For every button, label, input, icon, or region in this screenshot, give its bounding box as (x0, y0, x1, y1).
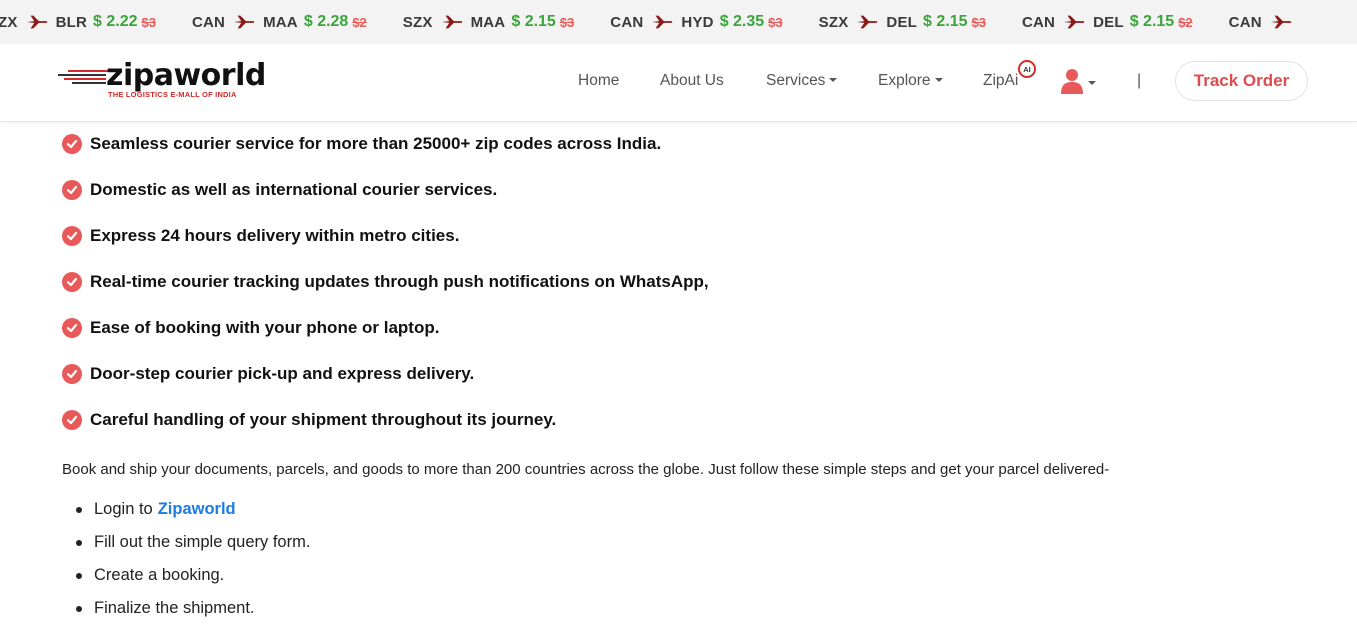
airplane-icon (1064, 15, 1085, 29)
ticker-track: ZX BLR $ 2.22 $3 CAN MAA $ 2.28 $2 SZX M… (0, 0, 1336, 44)
ticker-destination: DEL (886, 13, 918, 31)
site-header: zipaworld THE LOGISTICS E-MALL OF INDIA … (0, 44, 1357, 122)
step-text: Create a booking. (94, 566, 225, 584)
ticker-old-price: $3 (559, 14, 575, 30)
feature-item: Express 24 hours delivery within metro c… (62, 224, 459, 248)
list-item: Finalize the shipment. (76, 599, 255, 618)
ticker-price: $ 2.28 (303, 13, 349, 30)
check-circle-icon (62, 134, 82, 154)
feature-text: Express 24 hours delivery within metro c… (90, 226, 460, 245)
step-login-text: Login to (94, 500, 153, 518)
list-item: Create a booking. (76, 566, 224, 585)
check-circle-icon (62, 180, 82, 200)
nav-services-label: Services (766, 72, 826, 89)
feature-text: Real-time courier tracking updates throu… (90, 272, 709, 291)
bullet-icon (76, 539, 82, 546)
zipaworld-link[interactable]: Zipaworld (158, 500, 236, 519)
track-order-button[interactable]: Track Order (1175, 61, 1308, 101)
list-item: Fill out the simple query form. (76, 533, 310, 552)
ticker-origin: CAN (610, 13, 644, 31)
nav-explore-label: Explore (878, 72, 931, 89)
nav-explore[interactable]: Explore (878, 72, 943, 90)
bullet-icon (76, 506, 82, 513)
logo-tagline: THE LOGISTICS E-MALL OF INDIA (108, 90, 237, 99)
ticker-price: $ 2.15 (511, 13, 556, 30)
ticker-price: $ 2.15 (1129, 13, 1175, 30)
nav-home[interactable]: Home (578, 72, 619, 90)
feature-item: Domestic as well as international courie… (62, 178, 497, 202)
nav-zipai[interactable]: ZipAi (983, 72, 1018, 90)
user-icon[interactable] (1060, 68, 1084, 94)
check-circle-icon (62, 272, 82, 292)
ticker-destination: MAA (263, 13, 298, 31)
ticker-price: $ 2.35 (719, 13, 765, 30)
ticker-old-price: $2 (1178, 14, 1193, 30)
feature-item: Seamless courier service for more than 2… (62, 132, 661, 156)
check-circle-icon (62, 318, 82, 338)
ticker-price: $ 2.15 (923, 13, 968, 30)
ticker-destination: MAA (470, 13, 506, 31)
ticker-old-price: $3 (141, 14, 156, 30)
price-ticker: ZX BLR $ 2.22 $3 CAN MAA $ 2.28 $2 SZX M… (0, 0, 1357, 44)
bullet-icon (76, 605, 82, 612)
site-logo[interactable]: zipaworld THE LOGISTICS E-MALL OF INDIA (58, 58, 266, 100)
ticker-item[interactable]: SZX DEL $ 2.15 $3 (819, 0, 986, 44)
nav-services[interactable]: Services (766, 72, 838, 90)
feature-item: Real-time courier tracking updates throu… (62, 270, 709, 294)
speed-lines-icon (58, 70, 108, 84)
ticker-item[interactable]: CAN MAA $ 2.28 $2 (192, 0, 367, 44)
ai-badge: AI (1018, 60, 1036, 78)
ticker-item[interactable]: ZX BLR $ 2.22 $3 (0, 0, 156, 44)
airplane-icon (233, 15, 255, 29)
chevron-down-icon (934, 78, 943, 82)
ticker-old-price: $3 (971, 14, 986, 30)
feature-item: Ease of booking with your phone or lapto… (62, 316, 439, 340)
feature-text: Door-step courier pick-up and express de… (90, 364, 475, 383)
step-text: Finalize the shipment. (94, 599, 255, 617)
feature-text: Careful handling of your shipment throug… (90, 410, 557, 429)
ticker-item[interactable]: CAN (1229, 0, 1300, 44)
airplane-icon (857, 15, 878, 29)
airplane-icon (26, 15, 47, 29)
ticker-price: $ 2.22 (93, 13, 138, 30)
ticker-old-price: $3 (768, 14, 783, 30)
ticker-origin: CAN (1228, 13, 1262, 31)
intro-paragraph: Book and ship your documents, parcels, a… (62, 461, 1110, 478)
check-circle-icon (62, 410, 82, 430)
ticker-origin: ZX (0, 13, 18, 31)
ticker-item[interactable]: CAN HYD $ 2.35 $3 (610, 0, 782, 44)
ticker-origin: SZX (402, 13, 433, 31)
airplane-icon (441, 15, 462, 29)
feature-text: Seamless courier service for more than 2… (90, 134, 662, 153)
chevron-down-icon[interactable] (1088, 81, 1096, 85)
ticker-origin: CAN (191, 13, 226, 31)
feature-text: Domestic as well as international courie… (90, 180, 498, 199)
feature-item: Careful handling of your shipment throug… (62, 408, 556, 432)
chevron-down-icon (829, 78, 838, 82)
nav-separator: | (1137, 72, 1142, 89)
airplane-icon (652, 15, 673, 29)
step-text: Fill out the simple query form. (94, 533, 311, 551)
feature-item: Door-step courier pick-up and express de… (62, 362, 474, 386)
nav-about-us[interactable]: About Us (660, 72, 724, 90)
ticker-destination: BLR (55, 13, 88, 31)
ticker-origin: SZX (818, 13, 849, 31)
ticker-item[interactable]: SZX MAA $ 2.15 $3 (403, 0, 575, 44)
feature-text: Ease of booking with your phone or lapto… (90, 318, 440, 337)
ticker-item[interactable]: CAN DEL $ 2.15 $2 (1022, 0, 1193, 44)
check-circle-icon (62, 226, 82, 246)
bullet-icon (76, 572, 82, 579)
ticker-destination: DEL (1093, 13, 1124, 31)
check-circle-icon (62, 364, 82, 384)
airplane-icon (1270, 15, 1291, 29)
ticker-origin: CAN (1021, 13, 1056, 31)
logo-wordmark: zipaworld (106, 58, 266, 93)
ticker-old-price: $2 (352, 14, 367, 30)
list-item: Login to Zipaworld (76, 500, 236, 519)
ticker-destination: HYD (681, 13, 714, 31)
